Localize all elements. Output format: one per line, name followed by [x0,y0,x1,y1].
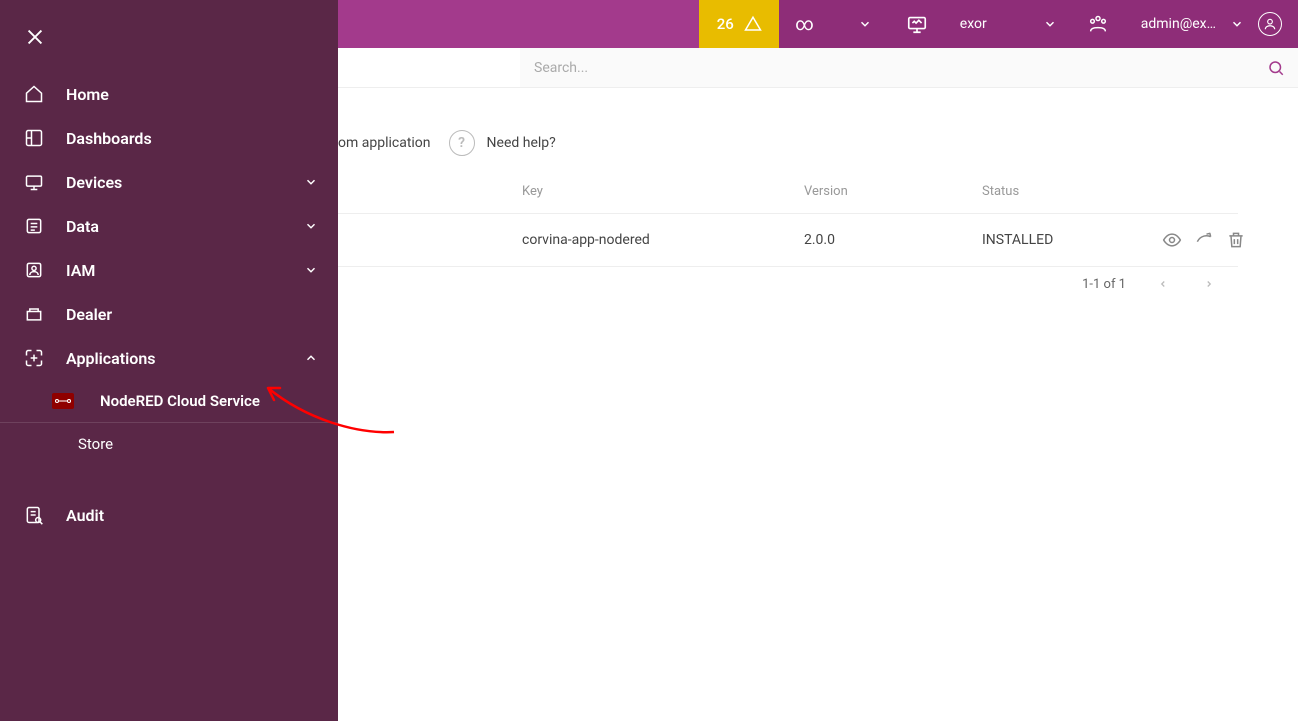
col-key: Key [522,184,804,199]
nav-applications[interactable]: Applications [0,336,338,380]
cell-key: corvina-app-nodered [522,232,804,248]
row-actions [1162,230,1246,250]
table-row[interactable]: corvina-app-nodered 2.0.0 INSTALLED [338,213,1238,267]
home-icon [24,84,44,104]
user-name: admin@ex… [1141,16,1216,32]
search-icon [1267,59,1285,77]
sidebar: Home Dashboards Devices Data IAM Dealer … [0,0,338,721]
dealer-icon [24,304,44,324]
cell-version: 2.0.0 [804,232,982,248]
nav-dashboards[interactable]: Dashboards [0,116,338,160]
search-button[interactable] [1254,48,1298,87]
delete-icon[interactable] [1226,230,1246,250]
nav-home[interactable]: Home [0,72,338,116]
chevron-down-icon [1043,17,1057,31]
install-custom-app-link[interactable]: om application [338,135,431,151]
audit-icon [24,505,44,525]
dashboard-icon [24,128,44,148]
search-input[interactable] [520,48,1254,87]
nav-list: Home Dashboards Devices Data IAM Dealer … [0,72,338,537]
iam-icon [24,260,44,280]
applications-icon [24,348,44,368]
toolbar: om application ? Need help? [338,130,1240,156]
nav-nodered-cloud[interactable]: NodeRED Cloud Service [0,380,338,423]
next-page-button[interactable] [1200,272,1218,296]
nav-store[interactable]: Store [0,423,338,465]
pagination: 1-1 of 1 [338,272,1238,296]
chevron-down-icon [304,175,318,189]
connectivity-section[interactable]: ∞ [779,0,944,48]
chevron-down-icon [304,263,318,277]
chevron-down-icon [1230,17,1244,31]
need-help-link[interactable]: Need help? [487,135,556,151]
org-section[interactable]: exor [944,0,1125,48]
chevron-down-icon [304,219,318,233]
data-icon [24,216,44,236]
team-icon [1087,13,1109,35]
col-version: Version [804,184,982,199]
pagination-label: 1-1 of 1 [1082,277,1126,292]
close-sidebar-button[interactable] [0,18,338,72]
chevron-down-icon [858,17,872,31]
devices-icon [24,172,44,192]
cell-status: INSTALLED [982,232,1162,248]
nav-audit[interactable]: Audit [0,493,338,537]
user-section[interactable]: admin@ex… [1125,0,1298,48]
alerts-indicator[interactable]: 26 [699,0,779,48]
warning-icon [744,15,762,33]
prev-page-button[interactable] [1154,272,1172,296]
nodered-icon [52,393,74,409]
infinity-icon: ∞ [795,14,814,35]
help-icon[interactable]: ? [449,130,475,156]
col-status: Status [982,184,1162,199]
share-icon[interactable] [1194,230,1214,250]
avatar-icon [1258,12,1282,36]
nav-data[interactable]: Data [0,204,338,248]
nav-dealer[interactable]: Dealer [0,292,338,336]
nav-iam[interactable]: IAM [0,248,338,292]
nav-devices[interactable]: Devices [0,160,338,204]
org-name: exor [960,16,987,32]
close-icon [24,26,46,48]
monitor-icon [906,13,928,35]
chevron-up-icon [304,351,318,365]
alerts-count: 26 [717,15,734,33]
view-icon[interactable] [1162,230,1182,250]
table-header: Name Key Version Status [338,170,1238,213]
apps-table: Name Key Version Status corvina-app-node… [338,170,1238,267]
